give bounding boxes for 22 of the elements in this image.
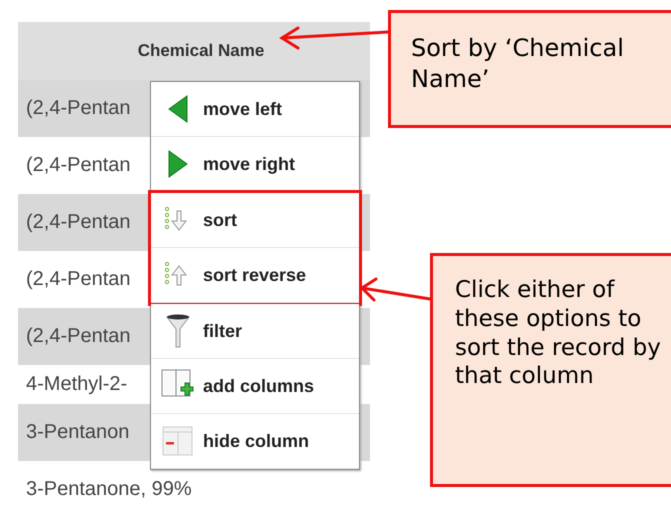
menu-item[interactable]: sort xyxy=(151,193,359,248)
callout-note: Click either of these options to sort the record by that column xyxy=(430,253,671,487)
column-header[interactable]: Chemical Name xyxy=(138,41,264,61)
hide-column-icon xyxy=(162,425,194,457)
funnel-icon xyxy=(165,313,191,349)
arrow-left-icon xyxy=(167,94,189,124)
table-cell: (2,4-Pentan xyxy=(26,268,131,291)
menu-item[interactable]: filter xyxy=(151,304,359,359)
table-cell: 3-Pentanone, 99% xyxy=(26,478,192,501)
callout-note: Sort by ‘Chemical Name’ xyxy=(388,10,671,128)
table-cell: 3-Pentanon xyxy=(26,421,130,444)
menu-item[interactable]: add columns xyxy=(151,359,359,414)
menu-item[interactable]: hide column xyxy=(151,414,359,469)
table-cell: (2,4-Pentan xyxy=(26,325,131,348)
table-cell: 4-Methyl-2- xyxy=(26,373,128,396)
arrow-right-icon xyxy=(167,149,189,179)
table-cell: (2,4-Pentan xyxy=(26,154,131,177)
table-cell: (2,4-Pentan xyxy=(26,211,131,234)
menu-item[interactable]: move right xyxy=(151,137,359,192)
menu-item[interactable]: move left xyxy=(151,82,359,137)
menu-item[interactable]: sort reverse xyxy=(151,248,359,303)
table-cell: (2,4-Pentan xyxy=(26,97,131,120)
